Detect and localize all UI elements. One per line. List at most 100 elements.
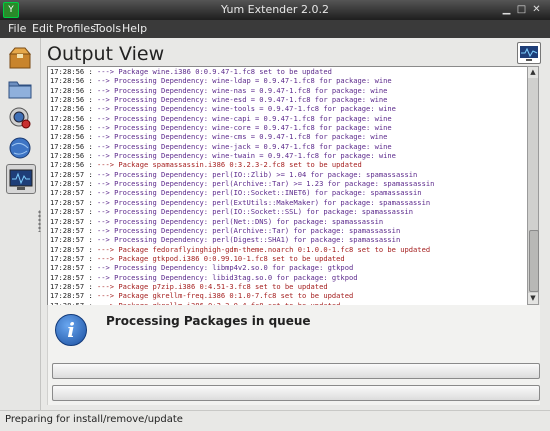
log-line: 17:28:56 : ---> Package spamassassin.i38…: [50, 160, 362, 170]
menu-bar: File Edit Profiles Tools Help: [0, 20, 550, 38]
output-log[interactable]: 17:28:56 : ---> Package wine.i386 0:0.9.…: [47, 66, 528, 307]
scroll-thumb[interactable]: [529, 230, 539, 292]
log-line: 17:28:57 : --> Processing Dependency: pe…: [50, 197, 431, 207]
log-timestamp: 17:28:56: [50, 141, 85, 151]
info-icon: i: [55, 314, 87, 346]
log-timestamp: 17:28:56: [50, 151, 85, 161]
log-timestamp: 17:28:56: [50, 85, 85, 95]
output-monitor-icon: [9, 169, 33, 190]
log-message: --> Processing Dependency: wine-cms = 0.…: [96, 132, 388, 142]
log-line: 17:28:57 : --> Processing Dependency: li…: [50, 263, 354, 273]
scroll-down-icon[interactable]: ▼: [528, 293, 538, 304]
log-line: 17:28:57 : --> Processing Dependency: pe…: [50, 225, 401, 235]
log-line: 17:28:56 : --> Processing Dependency: wi…: [50, 95, 388, 105]
sidebar-groups-button[interactable]: [6, 74, 34, 102]
log-message: ---> Package p7zip.i386 0:4.51-3.fc8 set…: [96, 281, 328, 291]
log-timestamp: 17:28:56: [50, 113, 85, 123]
log-message: --> Processing Dependency: wine-jack = 0…: [96, 141, 392, 151]
log-message: ---> Package gkrellm-freq.i386 0:1.0-7.f…: [96, 291, 354, 301]
log-timestamp: 17:28:56: [50, 123, 85, 133]
log-message: ---> Package spamassassin.i386 0:3.2.3-2…: [96, 160, 362, 170]
log-timestamp: 17:28:57: [50, 225, 85, 235]
log-line: 17:28:56 : --> Processing Dependency: wi…: [50, 141, 392, 151]
log-message: --> Processing Dependency: wine-capi = 0…: [96, 113, 392, 123]
log-message: --> Processing Dependency: perl(IO::Sock…: [96, 188, 422, 198]
app-window: Y Yum Extender 2.0.2 ▁ □ ✕ File Edit Pro…: [0, 0, 550, 431]
progress-panel: i Processing Packages in queue: [47, 305, 540, 405]
log-line: 17:28:56 : --> Processing Dependency: wi…: [50, 76, 392, 86]
title-bar: Y Yum Extender 2.0.2 ▁ □ ✕: [0, 0, 550, 20]
log-line: 17:28:57 : ---> Package gtkpod.i386 0:0.…: [50, 253, 345, 263]
package-icon: [8, 47, 32, 69]
log-timestamp: 17:28:57: [50, 197, 85, 207]
log-line: 17:28:57 : ---> Package gkrellm-freq.i38…: [50, 291, 354, 301]
log-timestamp: 17:28:57: [50, 253, 85, 263]
log-message: --> Processing Dependency: libid3tag.so.…: [96, 272, 358, 282]
page-title: Output View: [47, 43, 165, 65]
log-message: --> Processing Dependency: perl(Archive:…: [96, 179, 435, 189]
log-timestamp: 17:28:57: [50, 169, 85, 179]
log-timestamp: 17:28:57: [50, 272, 85, 282]
log-line: 17:28:57 : --> Processing Dependency: pe…: [50, 216, 384, 226]
log-line: 17:28:56 : --> Processing Dependency: wi…: [50, 104, 396, 114]
log-timestamp: 17:28:56: [50, 104, 85, 114]
log-timestamp: 17:28:57: [50, 188, 85, 198]
sidebar-repositories-button[interactable]: [6, 104, 34, 132]
log-line: 17:28:56 : --> Processing Dependency: wi…: [50, 151, 396, 161]
progress-bar-secondary: [52, 385, 540, 401]
log-message: ---> Package fedoraflyinghigh-gdm-theme.…: [96, 244, 431, 254]
log-timestamp: 17:28:56: [50, 132, 85, 142]
log-message: --> Processing Dependency: wine-tools = …: [96, 104, 396, 114]
menu-profiles[interactable]: Profiles: [56, 22, 96, 35]
log-timestamp: 17:28:57: [50, 244, 85, 254]
log-message: --> Processing Dependency: wine-nas = 0.…: [96, 85, 388, 95]
log-timestamp: 17:28:57: [50, 207, 85, 217]
folder-icon: [8, 81, 32, 99]
log-timestamp: 17:28:56: [50, 95, 85, 105]
minimize-button[interactable]: ▁: [500, 3, 513, 16]
log-timestamp: 17:28:57: [50, 216, 85, 226]
log-line: 17:28:57 : --> Processing Dependency: pe…: [50, 235, 401, 245]
log-message: --> Processing Dependency: perl(Digest::…: [96, 235, 401, 245]
log-timestamp: 17:28:57: [50, 281, 85, 291]
log-timestamp: 17:28:57: [50, 263, 85, 273]
log-line: 17:28:56 : --> Processing Dependency: wi…: [50, 113, 392, 123]
log-timestamp: 17:28:57: [50, 235, 85, 245]
close-button[interactable]: ✕: [530, 3, 543, 16]
sidebar-resize-handle[interactable]: [38, 210, 41, 232]
globe-icon: [9, 137, 31, 159]
scroll-up-icon[interactable]: ▲: [528, 67, 538, 78]
progress-title: Processing Packages in queue: [106, 314, 311, 328]
log-line: 17:28:57 : ---> Package fedoraflyinghigh…: [50, 244, 431, 254]
log-message: --> Processing Dependency: perl(Archive:…: [96, 225, 401, 235]
log-line: 17:28:57 : ---> Package p7zip.i386 0:4.5…: [50, 281, 328, 291]
output-monitor-icon: [517, 42, 541, 64]
log-timestamp: 17:28:57: [50, 291, 85, 301]
log-timestamp: 17:28:56: [50, 160, 85, 170]
log-message: ---> Package wine.i386 0:0.9.47-1.fc8 se…: [96, 67, 332, 76]
sidebar: [0, 38, 41, 410]
log-line: 17:28:57 : --> Processing Dependency: pe…: [50, 188, 422, 198]
progress-bar-primary: [52, 363, 540, 379]
sidebar-output-button[interactable]: [6, 164, 36, 194]
log-timestamp: 17:28:56: [50, 67, 85, 76]
menu-help[interactable]: Help: [122, 22, 147, 35]
maximize-button[interactable]: □: [515, 3, 528, 16]
status-text: Preparing for install/remove/update: [5, 414, 183, 425]
log-timestamp: 17:28:56: [50, 76, 85, 86]
menu-file[interactable]: File: [8, 22, 26, 35]
sidebar-packages-button[interactable]: [6, 44, 34, 72]
log-line: 17:28:56 : --> Processing Dependency: wi…: [50, 132, 388, 142]
menu-edit[interactable]: Edit: [32, 22, 53, 35]
log-line: 17:28:56 : --> Processing Dependency: wi…: [50, 123, 392, 133]
output-log-scrollbar[interactable]: ▲ ▼: [527, 66, 539, 305]
menu-tools[interactable]: Tools: [94, 22, 121, 35]
log-line: 17:28:57 : --> Processing Dependency: pe…: [50, 207, 414, 217]
sidebar-search-button[interactable]: [6, 134, 34, 162]
log-line: 17:28:57 : --> Processing Dependency: pe…: [50, 179, 435, 189]
log-line: 17:28:56 : ---> Package wine.i386 0:0.9.…: [50, 67, 332, 76]
log-message: --> Processing Dependency: perl(IO::Sock…: [96, 207, 414, 217]
log-message: ---> Package gtkpod.i386 0:0.99.10-1.fc8…: [96, 253, 345, 263]
log-message: --> Processing Dependency: wine-core = 0…: [96, 123, 392, 133]
status-bar: Preparing for install/remove/update: [0, 410, 550, 431]
